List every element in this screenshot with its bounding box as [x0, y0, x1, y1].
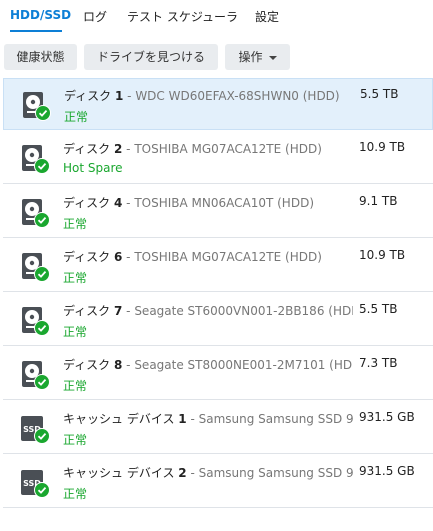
toolbar: 健康状態 ドライブを見つける 操作: [0, 44, 433, 72]
drive-row[interactable]: SSD キャッシュ デバイス 2 - Samsung Samsung SSD 9…: [3, 456, 433, 508]
tab-log[interactable]: ログ: [83, 8, 107, 25]
drive-size: 7.3 TB: [359, 356, 398, 370]
locate-drive-button[interactable]: ドライブを見つける: [84, 44, 218, 70]
drive-title: ディスク 6 - TOSHIBA MG07ACA12TE (HDD): [63, 248, 353, 265]
drive-number: 1: [178, 412, 187, 426]
drive-title: キャッシュ デバイス 1 - Samsung Samsung SSD 9...: [63, 410, 353, 427]
drive-status: 正常: [63, 379, 88, 393]
drive-model: - Samsung Samsung SSD 9...: [186, 412, 353, 426]
tab-test-scheduler[interactable]: テスト スケジューラ: [127, 8, 238, 25]
drive-status: 正常: [64, 110, 89, 124]
hard-drive-icon: [20, 360, 50, 390]
drive-status: 正常: [63, 325, 88, 339]
drive-size: 931.5 GB: [359, 464, 415, 478]
drive-name: ディスク: [63, 250, 111, 264]
drive-name: ディスク: [64, 89, 112, 103]
drive-row[interactable]: SSD キャッシュ デバイス 1 - Samsung Samsung SSD 9…: [3, 402, 433, 454]
health-status-button[interactable]: 健康状態: [4, 44, 77, 70]
drive-name: キャッシュ デバイス: [63, 466, 175, 480]
hard-drive-icon: [20, 252, 50, 282]
drive-row[interactable]: ディスク 4 - TOSHIBA MN06ACA10T (HDD) 正常 9.1…: [3, 186, 433, 238]
drive-model: - WDC WD60EFAX-68SHWN0 (HDD): [123, 89, 340, 103]
drive-size: 10.9 TB: [359, 140, 406, 154]
drive-size: 9.1 TB: [359, 194, 398, 208]
hard-drive-icon: [20, 144, 50, 174]
drive-title: ディスク 1 - WDC WD60EFAX-68SHWN0 (HDD): [64, 87, 354, 104]
active-tab-indicator: [10, 30, 62, 32]
drive-row[interactable]: ディスク 2 - TOSHIBA MG07ACA12TE (HDD) Hot S…: [3, 132, 433, 184]
drive-title: キャッシュ デバイス 2 - Samsung Samsung SSD 9...: [63, 464, 353, 481]
hard-drive-icon: [20, 306, 50, 336]
drive-status: 正常: [63, 217, 88, 231]
ssd-icon: SSD: [20, 468, 50, 498]
drive-status: 正常: [63, 433, 88, 447]
action-button-label: 操作: [238, 50, 263, 64]
drive-name: ディスク: [63, 358, 111, 372]
chevron-down-icon: [268, 55, 277, 60]
drive-name: ディスク: [63, 142, 111, 156]
drive-model: - Samsung Samsung SSD 9...: [186, 466, 353, 480]
ssd-icon: SSD: [20, 414, 50, 444]
drive-title: ディスク 4 - TOSHIBA MN06ACA10T (HDD): [63, 194, 353, 211]
drive-number: 2: [178, 466, 187, 480]
drive-row[interactable]: ディスク 6 - TOSHIBA MG07ACA12TE (HDD) 正常 10…: [3, 240, 433, 292]
drive-status: Hot Spare: [63, 161, 123, 175]
drive-model: - TOSHIBA MN06ACA10T (HDD): [122, 196, 314, 210]
drive-model: - Seagate ST6000VN001-2BB186 (HDD): [122, 304, 353, 318]
tab-hdd-ssd[interactable]: HDD/SSD: [10, 8, 71, 22]
drive-size: 5.5 TB: [360, 87, 399, 101]
drive-name: ディスク: [63, 196, 111, 210]
drive-row[interactable]: ディスク 8 - Seagate ST8000NE001-2M7101 (HDD…: [3, 348, 433, 400]
drive-status: 正常: [63, 487, 88, 501]
drive-row[interactable]: ディスク 1 - WDC WD60EFAX-68SHWN0 (HDD) 正常 5…: [3, 78, 433, 130]
tab-settings[interactable]: 設定: [255, 8, 279, 25]
drive-size: 10.9 TB: [359, 248, 406, 262]
drive-name: キャッシュ デバイス: [63, 412, 175, 426]
hard-drive-icon: [20, 198, 50, 228]
drive-status: 正常: [63, 271, 88, 285]
drive-model: - TOSHIBA MG07ACA12TE (HDD): [122, 142, 322, 156]
drive-model: - Seagate ST8000NE001-2M7101 (HDD): [122, 358, 353, 372]
drive-size: 931.5 GB: [359, 410, 415, 424]
drive-title: ディスク 2 - TOSHIBA MG07ACA12TE (HDD): [63, 140, 353, 157]
drive-model: - TOSHIBA MG07ACA12TE (HDD): [122, 250, 322, 264]
drive-title: ディスク 8 - Seagate ST8000NE001-2M7101 (HDD…: [63, 356, 353, 373]
drive-title: ディスク 7 - Seagate ST6000VN001-2BB186 (HDD…: [63, 302, 353, 319]
hard-drive-icon: [21, 91, 51, 121]
drive-size: 5.5 TB: [359, 302, 398, 316]
drive-row[interactable]: ディスク 7 - Seagate ST6000VN001-2BB186 (HDD…: [3, 294, 433, 346]
tab-bar: HDD/SSD ログ テスト スケジューラ 設定: [0, 0, 433, 34]
action-dropdown-button[interactable]: 操作: [225, 44, 290, 70]
drive-name: ディスク: [63, 304, 111, 318]
